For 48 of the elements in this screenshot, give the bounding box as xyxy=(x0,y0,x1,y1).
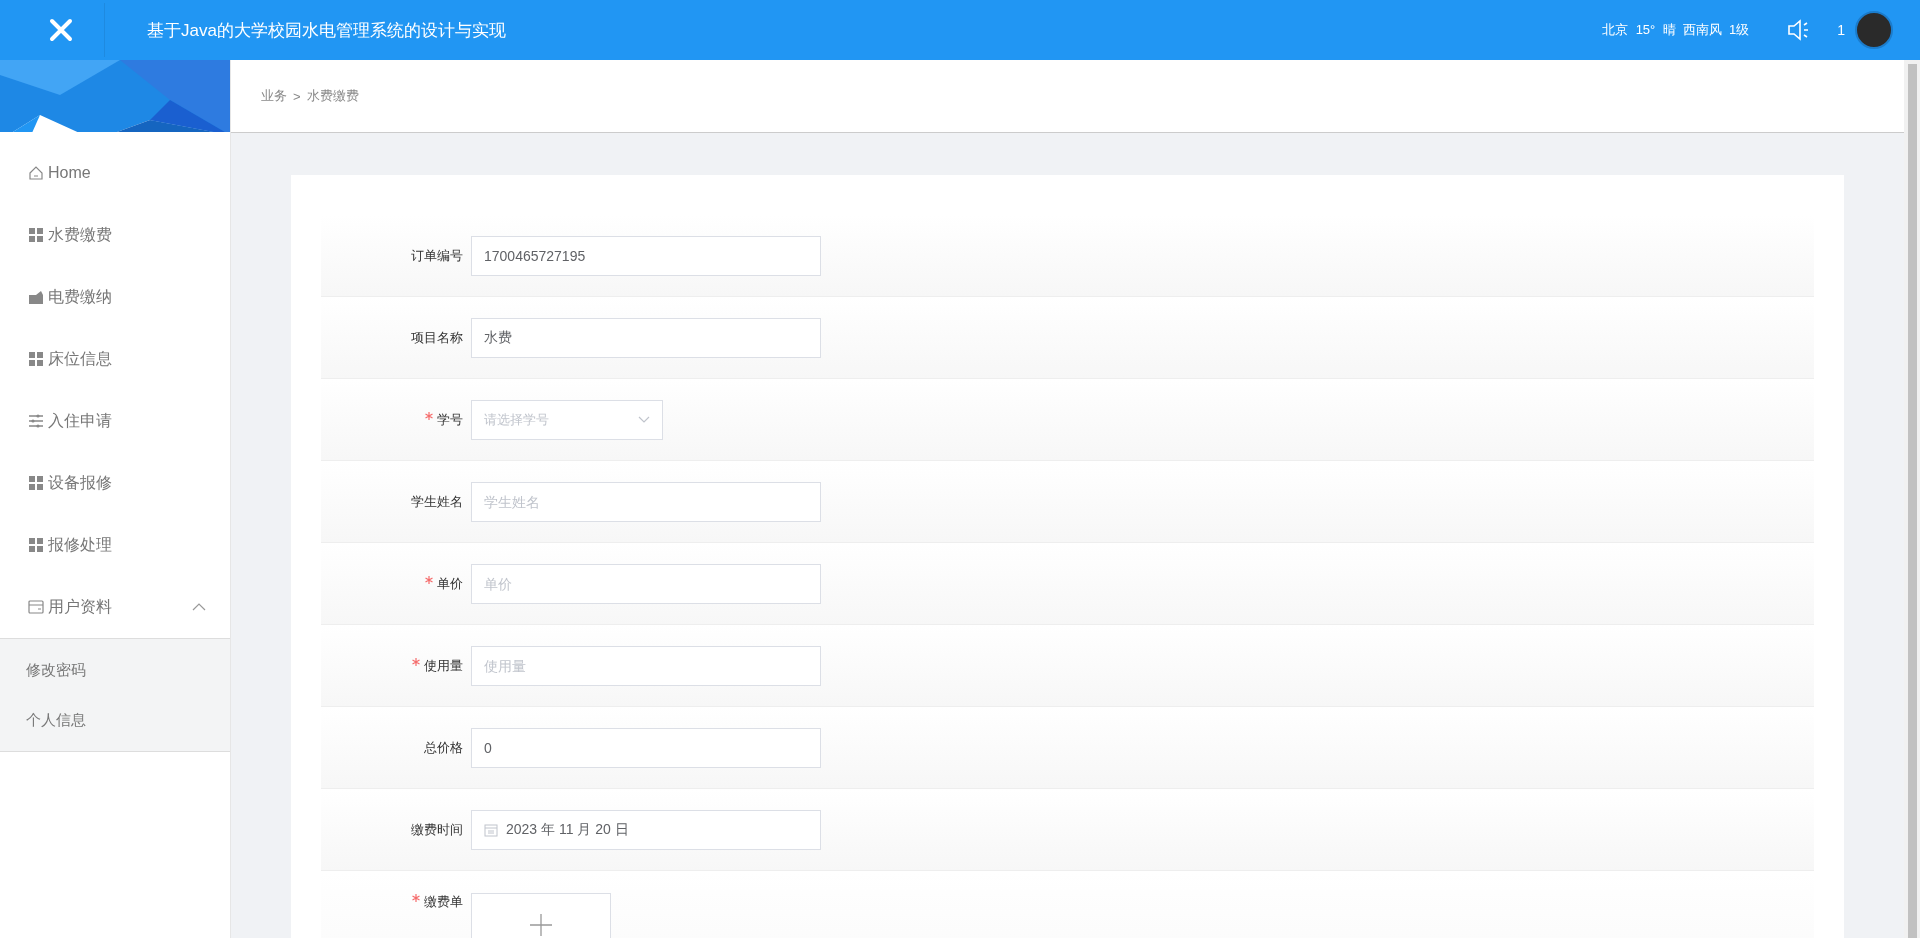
menu-item[interactable]: 水费缴费 xyxy=(0,204,230,266)
menu-item[interactable]: Home xyxy=(0,142,230,204)
field-label: 缴费时间 xyxy=(411,821,463,837)
input-field[interactable]: 单价 xyxy=(471,563,821,604)
input-field[interactable]: 1700465727195 xyxy=(471,235,821,276)
input-field[interactable]: 0 xyxy=(471,727,821,768)
weather-info: 北京 15° 晴 西南风 1级 xyxy=(1602,21,1750,39)
menu-item[interactable]: 设备报修 xyxy=(0,452,230,514)
field-label: 缴费单 xyxy=(424,894,463,909)
input-field[interactable]: 学生姓名 xyxy=(471,481,821,522)
menu-item[interactable]: 电费缴纳 xyxy=(0,266,230,328)
menu-item[interactable]: 报修处理 xyxy=(0,514,230,576)
grid-icon xyxy=(28,475,44,491)
field-label: 学号 xyxy=(437,411,463,427)
field-label: 项目名称 xyxy=(411,329,463,345)
field-label: 单价 xyxy=(437,575,463,591)
scrollbar[interactable] xyxy=(1904,60,1920,938)
date-field[interactable]: 2023 年 11 月 20 日 xyxy=(471,809,821,850)
notification-count: 1 xyxy=(1837,22,1845,38)
input-field[interactable]: 使用量 xyxy=(471,645,821,686)
grid-icon xyxy=(28,227,44,243)
field-label: 订单编号 xyxy=(411,247,463,263)
menu-item[interactable]: 入住申请 xyxy=(0,390,230,452)
breadcrumb-item[interactable]: 水费缴费 xyxy=(306,87,359,105)
field-label: 学生姓名 xyxy=(411,493,463,509)
menu-item[interactable]: 用户资料 xyxy=(0,576,230,638)
submenu-item[interactable]: 修改密码 xyxy=(0,645,230,695)
menu-item[interactable]: 床位信息 xyxy=(0,328,230,390)
sliders-icon xyxy=(28,413,44,429)
chevron-icon xyxy=(638,416,650,423)
plus-icon xyxy=(530,914,552,936)
user-avatar[interactable] xyxy=(1855,11,1893,49)
close-icon xyxy=(49,18,73,42)
calendar-icon xyxy=(484,822,498,837)
field-label: 使用量 xyxy=(424,657,463,673)
grid-icon xyxy=(28,351,44,367)
input-field[interactable]: 水费 xyxy=(471,317,821,358)
breadcrumb-item[interactable]: 业务 xyxy=(261,87,287,105)
submenu-item[interactable]: 个人信息 xyxy=(0,695,230,745)
card-icon xyxy=(28,599,44,615)
field-label: 总价格 xyxy=(424,739,463,755)
chevron-icon xyxy=(192,603,206,611)
wallet-icon xyxy=(28,289,44,305)
breadcrumb-separator: > xyxy=(293,88,301,104)
grid-icon xyxy=(28,537,44,553)
home-icon xyxy=(28,165,44,181)
speaker-icon[interactable] xyxy=(1787,18,1810,42)
app-title: 基于Java的大学校园水电管理系统的设计与实现 xyxy=(147,19,507,42)
